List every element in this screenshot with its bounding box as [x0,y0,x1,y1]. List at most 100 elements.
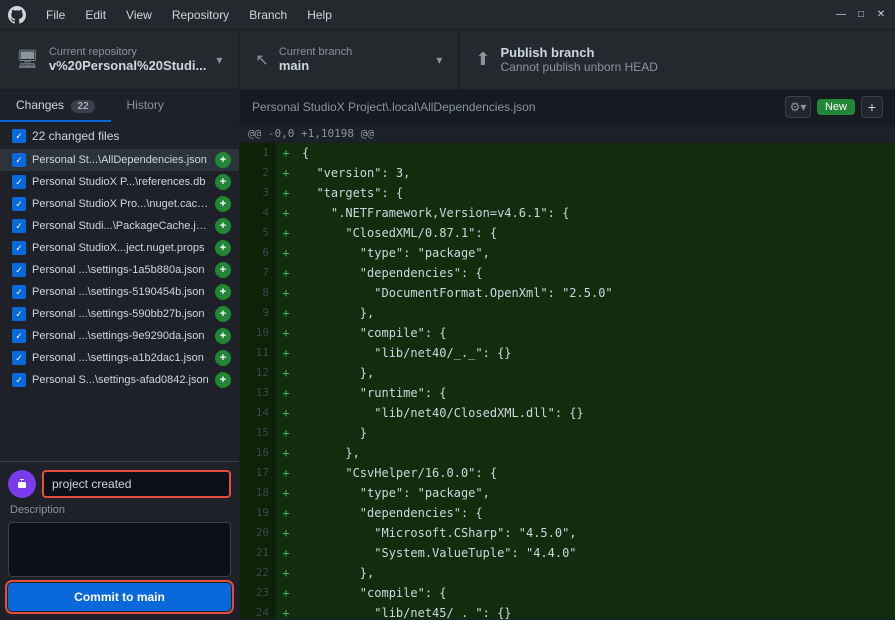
list-item[interactable]: Personal ...\settings-1a5b880a.json + [0,259,239,281]
file-name-0: Personal St...\AllDependencies.json [32,154,209,166]
diff-line: 11+ "lib/net40/_._": {} [240,343,895,363]
file-checkbox-10[interactable] [12,373,26,387]
list-item[interactable]: Personal ...\settings-9e9290da.json + [0,325,239,347]
commit-message-input[interactable] [42,470,231,498]
list-item[interactable]: Personal S...\settings-afad0842.json + [0,369,239,391]
file-checkbox-6[interactable] [12,285,26,299]
file-add-icon-4: + [215,240,231,256]
line-number: 13 [240,383,276,403]
list-item[interactable]: Personal Studi...\PackageCache.json + [0,215,239,237]
list-item[interactable]: Personal StudioX Pro...\nuget.cache + [0,193,239,215]
maximize-button[interactable]: □ [855,9,867,21]
line-code: "lib/net45/_._": {} [296,603,895,619]
menu-file[interactable]: File [38,6,73,24]
diff-line: 10+ "compile": { [240,323,895,343]
diff-new-button[interactable]: New [817,99,855,115]
list-item[interactable]: Personal St...\AllDependencies.json + [0,149,239,171]
line-number: 17 [240,463,276,483]
list-item[interactable]: Personal StudioX...ject.nuget.props + [0,237,239,259]
file-name-6: Personal ...\settings-5190454b.json [32,286,209,298]
line-code: "lib/net40/ClosedXML.dll": {} [296,403,895,423]
file-checkbox-5[interactable] [12,263,26,277]
line-code: }, [296,363,895,383]
diff-line: 20+ "Microsoft.CSharp": "4.5.0", [240,523,895,543]
tab-changes[interactable]: Changes 22 [0,90,111,122]
line-code: { [296,143,895,163]
repo-section[interactable]: 🖥 Current repository v%20Personal%20Stud… [0,30,239,89]
upload-icon: ⬆ [475,49,490,70]
cursor-icon: ↖ [255,50,268,70]
line-sign: + [276,263,296,283]
file-checkbox-9[interactable] [12,351,26,365]
line-code: "targets": { [296,183,895,203]
line-number: 12 [240,363,276,383]
branch-arrow-icon: ▾ [436,53,442,67]
diff-gear-button[interactable]: ⚙ ▾ [785,96,811,118]
menu-view[interactable]: View [118,6,160,24]
commit-row [8,470,231,498]
titlebar: File Edit View Repository Branch Help — … [0,0,895,30]
file-checkbox-1[interactable] [12,175,26,189]
line-sign: + [276,483,296,503]
file-checkbox-3[interactable] [12,219,26,233]
line-sign: + [276,543,296,563]
line-number: 2 [240,163,276,183]
line-sign: + [276,223,296,243]
diff-panel: Personal StudioX Project\.local\AllDepen… [240,90,895,619]
file-list: Personal St...\AllDependencies.json + Pe… [0,149,239,461]
menu-branch[interactable]: Branch [241,6,295,24]
menu-help[interactable]: Help [299,6,340,24]
diff-line: 22+ }, [240,563,895,583]
publish-section[interactable]: ⬆ Publish branch Cannot publish unborn H… [459,30,895,89]
line-sign: + [276,443,296,463]
branch-value: main [279,58,352,73]
file-name-5: Personal ...\settings-1a5b880a.json [32,264,209,276]
line-sign: + [276,503,296,523]
line-number: 6 [240,243,276,263]
menu-repository[interactable]: Repository [164,6,237,24]
file-checkbox-7[interactable] [12,307,26,321]
menu-edit[interactable]: Edit [77,6,114,24]
line-sign: + [276,523,296,543]
list-item[interactable]: Personal ...\settings-590bb27b.json + [0,303,239,325]
changes-badge: 22 [71,100,94,113]
line-number: 10 [240,323,276,343]
file-checkbox-8[interactable] [12,329,26,343]
file-checkbox-4[interactable] [12,241,26,255]
branch-label: Current branch [279,46,352,58]
line-sign: + [276,383,296,403]
line-code: "runtime": { [296,383,895,403]
minimize-button[interactable]: — [835,9,847,21]
diff-filepath: Personal StudioX Project\.local\AllDepen… [252,100,536,114]
branch-section[interactable]: ↖ Current branch main ▾ [239,30,459,89]
tab-history[interactable]: History [111,90,180,122]
line-code: ".NETFramework,Version=v4.6.1": { [296,203,895,223]
file-checkbox-2[interactable] [12,197,26,211]
line-number: 14 [240,403,276,423]
select-all-checkbox[interactable] [12,129,26,143]
close-button[interactable]: ✕ [875,9,887,21]
list-item[interactable]: Personal StudioX P...\references.db + [0,171,239,193]
file-add-icon-0: + [215,152,231,168]
list-item[interactable]: Personal ...\settings-5190454b.json + [0,281,239,303]
repo-label: Current repository [49,46,207,58]
diff-line: 1+{ [240,143,895,163]
line-sign: + [276,203,296,223]
line-sign: + [276,303,296,323]
file-name-1: Personal StudioX P...\references.db [32,176,209,188]
diff-expand-button[interactable]: + [861,96,883,118]
changed-header: 22 changed files [0,123,239,149]
file-checkbox-0[interactable] [12,153,26,167]
file-name-4: Personal StudioX...ject.nuget.props [32,242,209,254]
list-item[interactable]: Personal ...\settings-a1b2dac1.json + [0,347,239,369]
diff-line: 18+ "type": "package", [240,483,895,503]
line-sign: + [276,563,296,583]
line-number: 8 [240,283,276,303]
file-add-icon-10: + [215,372,231,388]
commit-button[interactable]: Commit to main [8,583,231,611]
diff-line: 3+ "targets": { [240,183,895,203]
description-textarea[interactable] [8,522,231,577]
file-name-3: Personal Studi...\PackageCache.json [32,220,209,232]
repo-value: v%20Personal%20Studi... [49,58,207,73]
repo-arrow-icon: ▾ [216,53,222,67]
